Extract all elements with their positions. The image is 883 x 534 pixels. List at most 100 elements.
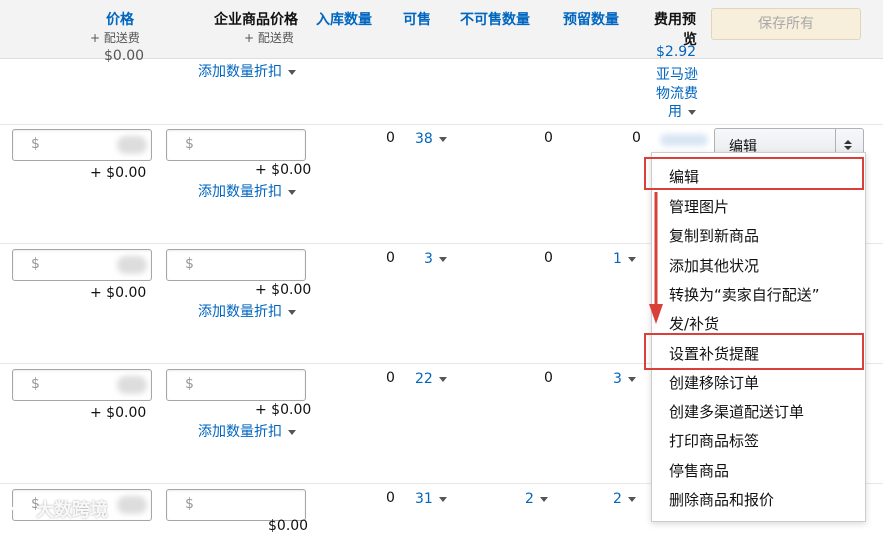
business-shipping-amount: $0.00	[268, 518, 309, 534]
business-price-input[interactable]: $	[166, 489, 306, 521]
reserved-quantity-link[interactable]: 3	[613, 371, 636, 387]
business-price-input[interactable]: $	[166, 129, 306, 161]
unsellable-quantity: 0	[544, 370, 553, 386]
watermark-icon	[9, 505, 32, 516]
reserved-quantity-link[interactable]: 2	[613, 491, 636, 507]
row-divider	[0, 124, 883, 125]
available-quantity-link[interactable]: 22	[415, 371, 447, 387]
chevron-down-icon	[438, 496, 447, 502]
add-discount-label: 添加数量折扣	[198, 304, 282, 320]
price-input[interactable]: $	[12, 129, 152, 161]
reserved-column-header[interactable]: 预留数量	[563, 9, 619, 29]
menu-item-close-listing[interactable]: 停售商品	[669, 460, 729, 481]
reserved-value: 3	[613, 371, 622, 387]
inbound-quantity: 0	[386, 370, 395, 386]
add-discount-label: 添加数量折扣	[198, 184, 282, 200]
price-shipping-amount: + $0.00	[90, 165, 147, 181]
available-quantity-link[interactable]: 3	[424, 251, 447, 267]
price-shipping-amount: + $0.00	[90, 405, 147, 421]
add-quantity-discount-link[interactable]: 添加数量折扣	[198, 301, 296, 321]
save-all-button[interactable]: 保存所有	[711, 8, 861, 40]
business-shipping-amount: + $0.00	[255, 162, 312, 178]
watermark-logo: 大数跨境	[8, 496, 108, 522]
business-shipping-amount: + $0.00	[255, 402, 312, 418]
add-quantity-discount-link[interactable]: 添加数量折扣	[198, 61, 296, 81]
blurred-value	[117, 136, 147, 154]
fee-amount-partial[interactable]: $2.92	[656, 44, 696, 60]
chevron-down-icon	[438, 256, 447, 262]
unsellable-column-header[interactable]: 不可售数量	[460, 9, 530, 29]
chevron-down-icon	[438, 376, 447, 382]
add-quantity-discount-link[interactable]: 添加数量折扣	[198, 421, 296, 441]
currency-symbol: $	[31, 136, 40, 152]
available-value: 38	[415, 131, 433, 147]
inbound-column-header[interactable]: 入库数量	[316, 9, 372, 29]
chevron-down-icon	[438, 136, 447, 142]
chevron-down-icon	[627, 256, 636, 262]
blurred-value	[117, 256, 147, 274]
menu-item-create-mcf-order[interactable]: 创建多渠道配送订单	[669, 401, 804, 422]
menu-item-delete-listing[interactable]: 删除商品和报价	[669, 489, 774, 510]
business-price-input[interactable]: $	[166, 249, 306, 281]
select-arrows-icon	[844, 140, 852, 150]
available-value: 22	[415, 371, 433, 387]
price-input[interactable]: $	[12, 249, 152, 281]
reserved-quantity: 0	[632, 130, 641, 146]
currency-symbol: $	[185, 136, 194, 152]
highlight-box-restock-alert	[644, 333, 864, 370]
business-price-input[interactable]: $	[166, 369, 306, 401]
unsellable-quantity: 0	[544, 130, 553, 146]
inbound-quantity: 0	[386, 250, 395, 266]
price-shipping-sub: + 配送费	[90, 31, 140, 45]
business-shipping-amount: + $0.00	[255, 282, 312, 298]
currency-symbol: $	[31, 376, 40, 392]
watermark-text: 大数跨境	[36, 500, 108, 521]
available-column-header[interactable]: 可售	[403, 9, 431, 29]
chevron-down-icon	[288, 309, 296, 315]
fee-link-line2[interactable]: 物流费	[656, 83, 698, 103]
unsellable-quantity-link[interactable]: 2	[525, 491, 548, 507]
fee-link-line1[interactable]: 亚马逊	[656, 64, 698, 84]
inbound-quantity: 0	[386, 490, 395, 506]
available-quantity-link[interactable]: 38	[415, 131, 447, 147]
menu-item-add-condition[interactable]: 添加其他状况	[669, 255, 759, 276]
menu-item-manage-images[interactable]: 管理图片	[669, 196, 729, 217]
menu-item-convert-to-mfn[interactable]: 转换为“卖家自行配送”	[669, 284, 820, 305]
available-quantity-link[interactable]: 31	[415, 491, 447, 507]
add-discount-label: 添加数量折扣	[198, 424, 282, 440]
partial-price-text: $0.00	[104, 48, 145, 64]
price-column-header[interactable]: 价格	[106, 9, 134, 29]
price-shipping-amount: + $0.00	[90, 285, 147, 301]
menu-item-send-replenish[interactable]: 发/补货	[669, 313, 719, 334]
add-quantity-discount-link[interactable]: 添加数量折扣	[198, 181, 296, 201]
highlight-box-edit	[644, 157, 864, 190]
currency-symbol: $	[185, 496, 194, 512]
business-price-shipping-sub: + 配送费	[244, 31, 294, 45]
price-input[interactable]: $	[12, 369, 152, 401]
currency-symbol: $	[185, 376, 194, 392]
blurred-value	[117, 376, 147, 394]
unsellable-quantity: 0	[544, 250, 553, 266]
blurred-value	[117, 496, 147, 514]
chevron-down-icon	[288, 189, 296, 195]
available-value: 3	[424, 251, 433, 267]
fee-link-line3[interactable]: 用	[668, 101, 696, 121]
blurred-fee	[660, 134, 708, 146]
inbound-quantity: 0	[386, 130, 395, 146]
unsellable-value: 2	[525, 491, 534, 507]
chevron-down-icon	[627, 376, 636, 382]
reserved-value: 2	[613, 491, 622, 507]
business-price-column-header: 企业商品价格	[214, 12, 298, 28]
fee-preview-header-line1: 费用预	[654, 12, 696, 28]
reserved-value: 1	[613, 251, 622, 267]
red-arrow-icon	[649, 192, 663, 324]
menu-item-create-removal-order[interactable]: 创建移除订单	[669, 372, 759, 393]
menu-item-copy-to-new[interactable]: 复制到新商品	[669, 225, 759, 246]
currency-symbol: $	[31, 256, 40, 272]
fee-link-line3-label: 用	[668, 104, 682, 120]
chevron-down-icon	[688, 109, 696, 115]
reserved-quantity-link[interactable]: 1	[613, 251, 636, 267]
chevron-down-icon	[539, 496, 548, 502]
menu-item-print-labels[interactable]: 打印商品标签	[669, 430, 759, 451]
available-value: 31	[415, 491, 433, 507]
